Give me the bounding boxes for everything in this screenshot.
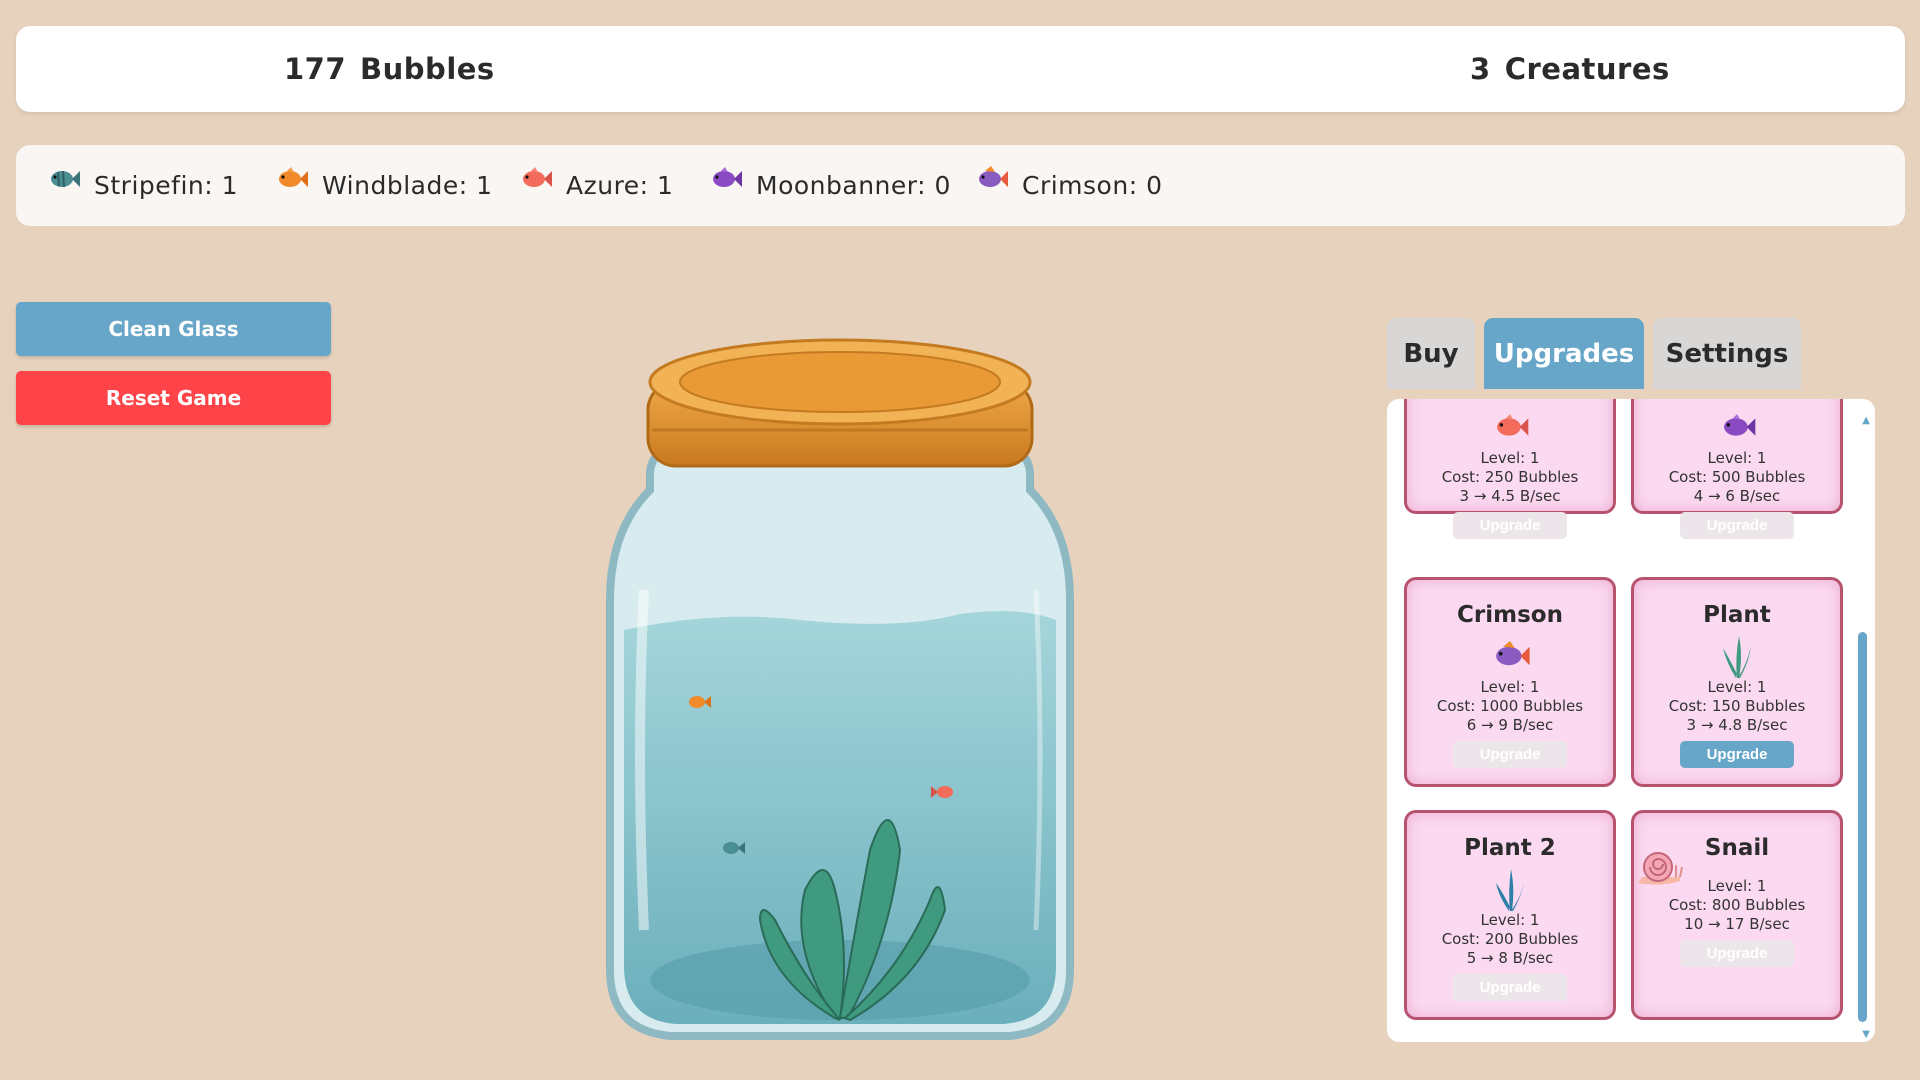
upgrade-cost: Cost: 250 Bubbles xyxy=(1441,468,1579,486)
upgrade-level: Level: 1 xyxy=(1480,678,1540,696)
upgrade-cost: Cost: 800 Bubbles xyxy=(1668,896,1806,914)
bubbles-count: 177 xyxy=(284,52,347,86)
upgrade-level: Level: 1 xyxy=(1707,449,1767,467)
fish-jar[interactable] xyxy=(600,330,1080,1040)
upgrade-rate: 4 → 6 B/sec xyxy=(1693,487,1781,505)
azure-fish-icon xyxy=(523,166,552,187)
upgrade-name: Crimson xyxy=(1457,602,1563,628)
creatures-stat: 3 Creatures xyxy=(1470,26,1670,112)
upgrade-card-moonbanner: Level: 1 Cost: 500 Bubbles 4 → 6 B/sec U… xyxy=(1631,399,1843,539)
upgrades-panel[interactable]: Level: 1 Cost: 250 Bubbles 3 → 4.5 B/sec… xyxy=(1387,399,1875,1042)
upgrade-cost: Cost: 150 Bubbles xyxy=(1668,697,1806,715)
upgrade-button[interactable]: Upgrade xyxy=(1453,512,1567,539)
clean-glass-button[interactable]: Clean Glass xyxy=(16,302,331,356)
upgrade-cost: Cost: 1000 Bubbles xyxy=(1436,697,1584,715)
plant-icon xyxy=(1723,636,1751,678)
creatures-label: Creatures xyxy=(1504,52,1670,86)
creature-count-label: Windblade: 1 xyxy=(322,171,493,200)
windblade-fish-icon xyxy=(279,166,308,187)
upgrade-button[interactable]: Upgrade xyxy=(1453,741,1567,768)
creature-count-crimson: Crimson: 0 xyxy=(974,145,1162,226)
upgrade-button[interactable]: Upgrade xyxy=(1680,512,1794,539)
tab-upgrades[interactable]: Upgrades xyxy=(1484,318,1644,389)
panel-scrollbar[interactable] xyxy=(1858,632,1867,1022)
crimson-fish-icon xyxy=(1496,641,1530,666)
stats-bar: 177 Bubbles 3 Creatures xyxy=(16,26,1905,112)
moonbanner-fish-icon xyxy=(713,166,742,187)
scroll-up-arrow-icon[interactable]: ▲ xyxy=(1862,415,1870,426)
creature-count-azure: Azure: 1 xyxy=(518,145,673,226)
creature-counts-bar: Stripefin: 1 Windblade: 1 Azure: 1 Moonb… xyxy=(16,145,1905,226)
shop-tabs: Buy Upgrades Settings xyxy=(1387,318,1810,389)
creature-count-label: Crimson: 0 xyxy=(1022,171,1163,200)
upgrade-rate: 5 → 8 B/sec xyxy=(1466,949,1554,967)
upgrade-rate: 3 → 4.8 B/sec xyxy=(1686,716,1788,734)
upgrade-button[interactable]: Upgrade xyxy=(1453,974,1567,1001)
upgrade-card-plant: Plant Level: 1 Cost: 150 Bubbles 3 → 4.8… xyxy=(1631,577,1843,787)
upgrade-name: Plant xyxy=(1703,602,1771,628)
upgrade-card-plant-2: Plant 2 Level: 1 Cost: 200 Bubbles 5 → 8… xyxy=(1404,810,1616,1020)
upgrade-card-azure: Level: 1 Cost: 250 Bubbles 3 → 4.5 B/sec… xyxy=(1404,399,1616,539)
upgrade-card-snail: Snail Level: 1 Cost: 800 Bubbles 10 → 17… xyxy=(1631,810,1843,1020)
plant-2-icon xyxy=(1496,869,1524,911)
moonbanner-fish-icon xyxy=(1724,414,1756,436)
creature-count-label: Moonbanner: 0 xyxy=(756,171,951,200)
upgrade-cost: Cost: 500 Bubbles xyxy=(1668,468,1806,486)
tab-buy[interactable]: Buy xyxy=(1387,318,1475,389)
scroll-down-arrow-icon[interactable]: ▼ xyxy=(1862,1029,1870,1040)
upgrade-name: Plant 2 xyxy=(1464,835,1556,861)
bubbles-stat: 177 Bubbles xyxy=(284,26,495,112)
creature-count-moonbanner: Moonbanner: 0 xyxy=(708,145,951,226)
creature-count-label: Azure: 1 xyxy=(566,171,674,200)
upgrade-level: Level: 1 xyxy=(1707,678,1767,696)
upgrade-button[interactable]: Upgrade xyxy=(1680,741,1794,768)
upgrade-card-crimson: Crimson Level: 1 Cost: 1000 Bubbles 6 → … xyxy=(1404,577,1616,787)
upgrade-level: Level: 1 xyxy=(1480,911,1540,929)
upgrade-rate: 6 → 9 B/sec xyxy=(1466,716,1554,734)
creatures-count: 3 xyxy=(1470,52,1491,86)
bubbles-label: Bubbles xyxy=(360,52,495,86)
upgrade-cost: Cost: 200 Bubbles xyxy=(1441,930,1579,948)
snail-icon xyxy=(1638,852,1683,885)
creature-count-label: Stripefin: 1 xyxy=(94,171,239,200)
creature-count-stripefin: Stripefin: 1 xyxy=(46,145,238,226)
upgrade-level: Level: 1 xyxy=(1480,449,1540,467)
upgrade-rate: 10 → 17 B/sec xyxy=(1684,915,1790,933)
reset-game-button[interactable]: Reset Game xyxy=(16,371,331,425)
stripefin-fish-icon xyxy=(51,170,80,187)
upgrade-rate: 3 → 4.5 B/sec xyxy=(1459,487,1561,505)
tab-settings[interactable]: Settings xyxy=(1653,318,1801,389)
upgrade-button[interactable]: Upgrade xyxy=(1680,940,1794,967)
azure-fish-icon xyxy=(1497,414,1529,436)
creature-count-windblade: Windblade: 1 xyxy=(274,145,493,226)
crimson-fish-icon xyxy=(979,165,1008,187)
